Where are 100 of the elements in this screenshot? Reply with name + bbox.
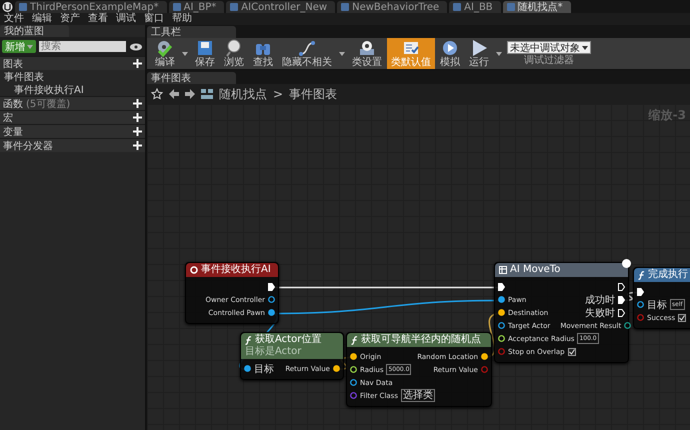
breadcrumb-separator: > xyxy=(273,87,284,101)
section-header[interactable]: 变量 xyxy=(0,124,145,138)
search-icon xyxy=(225,39,243,57)
caret-icon xyxy=(182,52,188,56)
add-icon[interactable] xyxy=(133,127,142,136)
document-tab[interactable]: AIController_New xyxy=(226,1,336,13)
checkbox[interactable] xyxy=(678,314,686,322)
function-icon xyxy=(245,336,252,344)
pin-icon[interactable] xyxy=(333,365,340,372)
menu-item[interactable]: 编辑 xyxy=(32,13,52,25)
graph-icon xyxy=(201,89,213,99)
exec-pin-icon[interactable] xyxy=(618,308,625,316)
breadcrumb-link[interactable]: 随机找点 xyxy=(219,86,267,102)
add-icon[interactable] xyxy=(133,113,142,122)
section-note: (5可覆盖) xyxy=(26,98,70,110)
search-field[interactable]: 搜索 xyxy=(39,41,126,52)
debug-filter-label: 调试过滤器 xyxy=(524,56,574,66)
document-tab[interactable]: AI_BP* xyxy=(168,1,224,13)
menu-item[interactable]: 资产 xyxy=(60,13,80,25)
toolbar-button[interactable]: 查找 xyxy=(249,38,277,69)
simulate-icon xyxy=(441,39,459,57)
pin-icon[interactable] xyxy=(481,353,488,360)
event-icon xyxy=(190,266,198,274)
node-title: 完成执行 xyxy=(648,269,688,281)
menu-item[interactable]: 窗口 xyxy=(144,13,164,25)
section-title: 事件分发器 xyxy=(3,140,53,152)
section-header[interactable]: 宏 xyxy=(0,110,145,124)
menu-item[interactable]: 查看 xyxy=(88,13,108,25)
exec-pin-icon[interactable] xyxy=(618,296,625,304)
graph-tab[interactable]: 事件图表 xyxy=(147,72,236,84)
menu-item[interactable]: 帮助 xyxy=(172,13,192,25)
tree-item[interactable]: 事件图表 xyxy=(0,70,145,83)
forward-icon[interactable] xyxy=(185,89,195,99)
document-tab[interactable]: AI_BB xyxy=(449,1,501,13)
caret-icon xyxy=(339,52,345,56)
pin-icon[interactable] xyxy=(350,353,357,360)
pin-icon[interactable] xyxy=(498,335,505,342)
pin-icon[interactable] xyxy=(498,296,505,303)
pin-label: 成功时 xyxy=(585,294,615,306)
connector-icon xyxy=(298,39,316,57)
toolbar-button[interactable]: 运行 xyxy=(465,38,493,69)
section-title: 图表 xyxy=(3,58,23,70)
zoom-label: 缩放-3 xyxy=(648,107,686,124)
pin-icon[interactable] xyxy=(498,322,505,329)
document-tab[interactable]: 随机找点* xyxy=(502,1,571,13)
debug-object-dropdown[interactable]: 未选中调试对象 xyxy=(507,41,591,54)
checkbox[interactable] xyxy=(568,348,576,356)
value-field[interactable]: 选择类 xyxy=(400,389,435,402)
node-title: 事件接收执行AI xyxy=(201,264,271,276)
toolbar-button[interactable]: 保存 xyxy=(191,38,219,69)
caret-icon xyxy=(582,46,588,50)
menu-item[interactable]: 文件 xyxy=(4,13,24,25)
back-icon[interactable] xyxy=(169,89,179,99)
pin-icon[interactable] xyxy=(637,301,644,308)
toolbar-button[interactable]: 模拟 xyxy=(436,38,464,69)
node-title: 获取可导航半径内的随机点 xyxy=(361,334,481,346)
checklist-icon xyxy=(402,39,420,57)
section-header[interactable]: 函数 (5可覆盖) xyxy=(0,96,145,110)
pin-icon[interactable] xyxy=(268,296,275,303)
pin-icon[interactable] xyxy=(244,365,251,372)
caret-icon xyxy=(496,52,502,56)
section-header[interactable]: 图表 xyxy=(0,56,145,70)
toolbar-button[interactable]: 隐藏不相关 xyxy=(278,38,336,69)
node-title: AI MoveTo xyxy=(510,264,560,276)
panel-tab[interactable]: 我的蓝图 xyxy=(0,25,69,37)
pin-icon[interactable] xyxy=(350,379,357,386)
node-title: 获取Actor位置 xyxy=(255,334,322,346)
caret-icon xyxy=(27,44,33,48)
menu-item[interactable]: 调试 xyxy=(116,13,136,25)
add-icon[interactable] xyxy=(133,99,142,108)
eye-icon[interactable] xyxy=(129,42,143,50)
section-title: 变量 xyxy=(3,126,23,138)
star-icon[interactable] xyxy=(151,88,163,100)
section-header[interactable]: 事件分发器 xyxy=(0,138,145,152)
toolbar-button[interactable]: 编译 xyxy=(151,38,179,69)
add-icon[interactable] xyxy=(133,141,142,150)
play-icon xyxy=(470,39,488,57)
pin-icon[interactable] xyxy=(498,309,505,316)
panel-tab[interactable]: 工具栏 xyxy=(147,26,236,38)
document-tab[interactable]: ThirdPersonExampleMap* xyxy=(15,1,167,13)
tree-item[interactable]: 事件接收执行AI xyxy=(0,83,145,96)
exec-pin-icon[interactable] xyxy=(498,282,505,290)
exec-pin-icon[interactable] xyxy=(637,288,644,296)
add-button[interactable]: 新增 xyxy=(2,40,36,53)
pin-icon[interactable] xyxy=(350,366,357,373)
section-title: 宏 xyxy=(3,112,13,124)
pin-icon[interactable] xyxy=(268,309,275,316)
save-icon xyxy=(197,39,213,57)
exec-pin-icon[interactable] xyxy=(268,282,275,290)
function-icon xyxy=(351,336,358,344)
toolbar-button[interactable]: 浏览 xyxy=(220,38,248,69)
add-icon[interactable] xyxy=(133,59,142,68)
exec-pin-icon[interactable] xyxy=(618,282,625,290)
latent-icon xyxy=(622,259,631,268)
toolbar-button[interactable]: 类设置 xyxy=(348,38,386,69)
node-subtitle: 目标是Actor xyxy=(245,346,302,358)
pin-label: 失败时 xyxy=(585,306,615,320)
document-tab[interactable]: NewBehaviorTree xyxy=(337,1,448,13)
breadcrumb-link[interactable]: 事件图表 xyxy=(289,86,338,102)
pin-icon[interactable] xyxy=(624,322,632,329)
